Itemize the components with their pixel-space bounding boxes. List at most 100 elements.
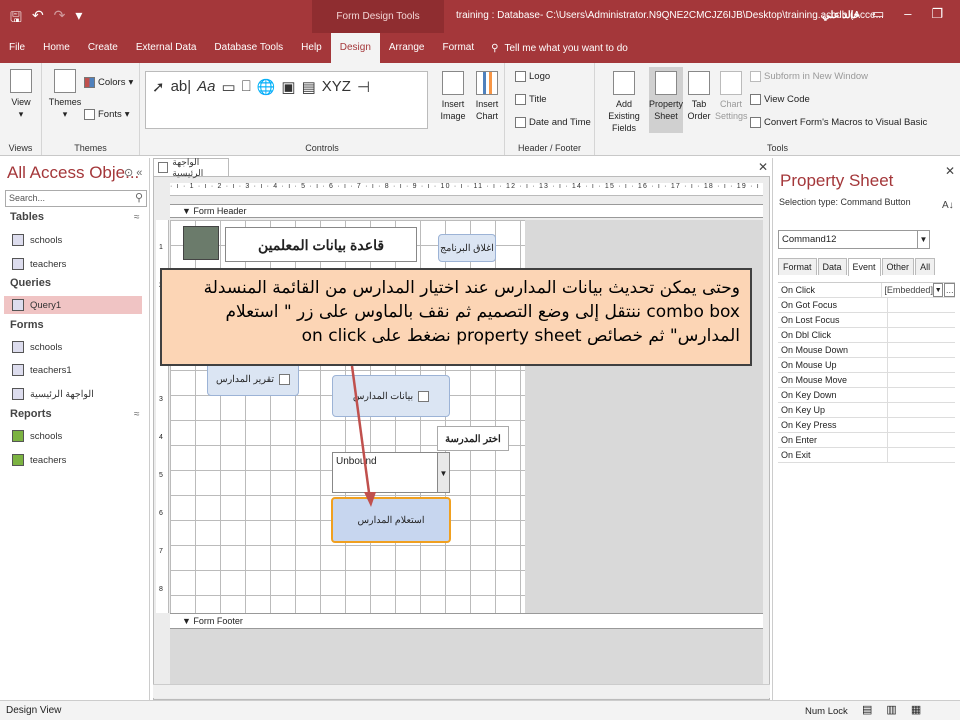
- nav-item-report-schools[interactable]: schools: [12, 427, 150, 445]
- property-row[interactable]: On Got Focus: [778, 298, 955, 313]
- insert-image-button[interactable]: Insert Image: [437, 71, 469, 122]
- option-group-icon[interactable]: XYZ: [322, 78, 351, 122]
- tab-format[interactable]: Format: [778, 258, 817, 275]
- chevron-down-icon[interactable]: ▼: [917, 231, 929, 248]
- property-value[interactable]: [888, 448, 955, 462]
- form-footer-bar[interactable]: ▼ Form Footer: [170, 613, 763, 629]
- property-row-on-click[interactable]: On Click [Embedded] ▼…: [778, 283, 956, 298]
- property-value[interactable]: [888, 343, 955, 357]
- customize-icon[interactable]: ▾: [75, 7, 82, 31]
- property-row[interactable]: On Key Down: [778, 388, 955, 403]
- nav-item-form-teachers1[interactable]: teachers1: [12, 361, 150, 379]
- chevron-down-icon[interactable]: ▼: [437, 452, 450, 493]
- nav-item-table-schools[interactable]: schools: [12, 231, 150, 249]
- form-header-bar[interactable]: ▼ Form Header: [170, 204, 763, 218]
- chevron-up-icon[interactable]: ≈: [134, 409, 140, 420]
- button-control-icon[interactable]: ▭: [222, 78, 236, 122]
- nav-title[interactable]: All Access Obje...: [7, 163, 139, 183]
- tab-other[interactable]: Other: [881, 258, 915, 275]
- fonts-button[interactable]: Fonts ▾: [84, 109, 130, 120]
- property-row[interactable]: On Exit: [778, 448, 955, 463]
- tab-data[interactable]: Data: [817, 258, 847, 275]
- tab-file[interactable]: File: [0, 33, 34, 63]
- property-row[interactable]: On Mouse Down: [778, 343, 955, 358]
- nav-item-report-teachers[interactable]: teachers: [12, 451, 150, 469]
- nav-item-form-main[interactable]: الواجهة الرئيسية: [12, 385, 150, 403]
- tab-external-data[interactable]: External Data: [127, 33, 206, 63]
- select-pointer-icon[interactable]: ➚: [152, 78, 165, 122]
- add-existing-fields-button[interactable]: Add Existing Fields: [599, 71, 649, 134]
- tab-help[interactable]: Help: [292, 33, 331, 63]
- insert-chart-button[interactable]: Insert Chart: [471, 71, 503, 122]
- property-row[interactable]: On Dbl Click: [778, 328, 955, 343]
- tab-database-tools[interactable]: Database Tools: [205, 33, 292, 63]
- textbox-control-icon[interactable]: ab|: [171, 78, 192, 122]
- property-value[interactable]: [888, 433, 955, 447]
- nav-section-forms[interactable]: Forms: [10, 319, 44, 331]
- chevron-down-icon[interactable]: ▼: [932, 283, 944, 297]
- tab-control-icon[interactable]: ⎕: [242, 78, 251, 122]
- chevron-up-icon[interactable]: ≈: [134, 212, 140, 223]
- close-app-button[interactable]: اغلاق البرنامج: [438, 234, 496, 262]
- tab-arrange[interactable]: Arrange: [380, 33, 434, 63]
- title-button[interactable]: Title: [515, 94, 547, 105]
- nav-item-query1[interactable]: Query1: [4, 296, 142, 314]
- property-value[interactable]: [888, 298, 955, 312]
- sort-icon[interactable]: A↓: [942, 200, 954, 211]
- nav-section-queries[interactable]: Queries: [10, 277, 51, 289]
- tab-all[interactable]: All: [915, 258, 936, 275]
- tab-order-button[interactable]: Tab Order: [685, 71, 713, 122]
- property-row[interactable]: On Lost Focus: [778, 313, 955, 328]
- report-button[interactable]: تقرير المدارس: [207, 362, 299, 396]
- user-name[interactable]: خالد علي: [822, 10, 860, 21]
- property-value[interactable]: [888, 403, 955, 417]
- property-value[interactable]: [888, 373, 955, 387]
- header-title-label[interactable]: قاعدة بيانات المعلمين: [225, 227, 417, 262]
- nav-item-form-schools[interactable]: schools: [12, 338, 150, 356]
- tab-event[interactable]: Event: [847, 258, 881, 276]
- date-time-button[interactable]: Date and Time: [515, 117, 591, 128]
- undo-icon[interactable]: ↶: [32, 7, 44, 31]
- form-view-icon[interactable]: ▤: [862, 703, 872, 716]
- view-code-button[interactable]: View Code: [750, 94, 810, 105]
- chart-settings-button[interactable]: Chart Settings: [715, 71, 748, 122]
- horizontal-scrollbar[interactable]: [153, 684, 770, 698]
- controls-gallery[interactable]: ➚ ab| Aa ▭ ⎕ 🌐 ▣ ▤ XYZ ⊣: [145, 71, 428, 129]
- minimize-icon[interactable]: –: [904, 6, 911, 22]
- property-value[interactable]: [Embedded]: [882, 283, 933, 297]
- maximize-icon[interactable]: ❐: [932, 6, 944, 22]
- property-value[interactable]: [888, 388, 955, 402]
- nav-collapse-icon[interactable]: ⊙ «: [124, 166, 142, 179]
- property-value[interactable]: [888, 313, 955, 327]
- close-icon[interactable]: ✕: [945, 164, 955, 178]
- web-browser-control-icon[interactable]: ▣: [281, 78, 295, 122]
- hyperlink-control-icon[interactable]: 🌐: [257, 78, 276, 122]
- nav-section-tables[interactable]: Tables: [10, 211, 44, 223]
- page-break-icon[interactable]: ⊣: [357, 78, 370, 122]
- save-icon[interactable]: 🖫: [10, 7, 22, 31]
- document-tab[interactable]: الواجهة الرئيسية: [153, 157, 229, 178]
- tab-create[interactable]: Create: [79, 33, 127, 63]
- themes-button[interactable]: Themes ▾: [48, 69, 82, 120]
- header-image[interactable]: [183, 226, 219, 260]
- nav-item-table-teachers[interactable]: teachers: [12, 255, 150, 273]
- property-row[interactable]: On Mouse Up: [778, 358, 955, 373]
- property-value[interactable]: [888, 358, 955, 372]
- navigation-control-icon[interactable]: ▤: [302, 78, 316, 122]
- colors-button[interactable]: Colors ▾: [84, 77, 133, 88]
- redo-icon[interactable]: ↷: [54, 7, 66, 31]
- property-row[interactable]: On Enter: [778, 433, 955, 448]
- close-icon[interactable]: ✕: [758, 160, 768, 174]
- tab-design[interactable]: Design: [330, 33, 380, 63]
- property-row[interactable]: On Mouse Move: [778, 373, 955, 388]
- restore-ribbon-icon[interactable]: ▭: [872, 6, 884, 22]
- property-row[interactable]: On Key Up: [778, 403, 955, 418]
- view-button[interactable]: View ▾: [6, 69, 36, 120]
- choose-school-label[interactable]: اختر المدرسة: [437, 426, 509, 451]
- tab-home[interactable]: Home: [34, 33, 79, 63]
- subform-button[interactable]: Subform in New Window: [750, 71, 868, 82]
- builder-ellipsis-icon[interactable]: …: [944, 283, 956, 297]
- property-row[interactable]: On Key Press: [778, 418, 955, 433]
- property-sheet-button[interactable]: Property Sheet: [649, 67, 683, 133]
- property-value[interactable]: [888, 418, 955, 432]
